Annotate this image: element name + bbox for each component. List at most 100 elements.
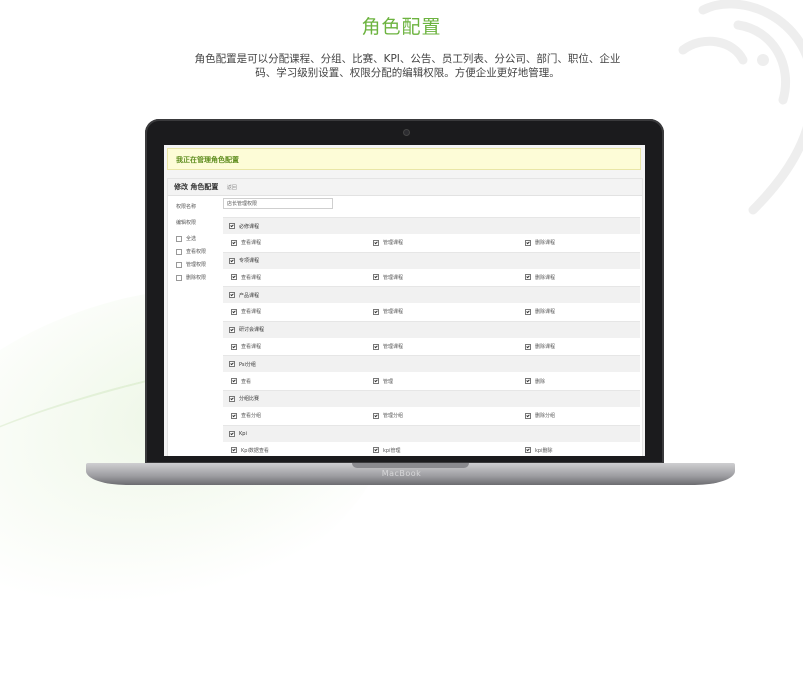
permission-row: 查看课程 管理课程 删除课程 xyxy=(223,303,640,321)
permission-group-header[interactable]: 产品课程 xyxy=(223,286,640,304)
permission-option[interactable]: 管理分组 xyxy=(373,412,525,419)
permission-option[interactable]: 查看分组 xyxy=(223,412,373,419)
checkbox-checked-icon[interactable] xyxy=(373,378,379,385)
permission-label: 管理课程 xyxy=(383,274,404,281)
checkbox-checked-icon[interactable] xyxy=(229,395,235,402)
checkbox-checked-icon[interactable] xyxy=(525,343,531,350)
checkbox-icon[interactable] xyxy=(176,274,182,281)
checkbox-checked-icon[interactable] xyxy=(373,343,379,350)
laptop-screen: 我正在管理角色配置 修改 角色配置 返回 权限名称 店长管理权限 编辑权限 全选… xyxy=(164,145,645,456)
permission-option[interactable]: 删除课程 xyxy=(525,239,640,246)
camera-icon xyxy=(403,129,410,136)
permission-option[interactable]: 删除课程 xyxy=(525,343,640,350)
permission-option[interactable]: 管理课程 xyxy=(373,308,525,315)
checkbox-checked-icon[interactable] xyxy=(525,308,531,315)
checkbox-checked-icon[interactable] xyxy=(525,274,531,281)
checkbox-checked-icon[interactable] xyxy=(373,274,379,281)
permission-label: kpi管理 xyxy=(383,447,401,454)
permission-option[interactable]: 管理课程 xyxy=(373,239,525,246)
quick-select: 编辑权限 全选 查看权限 管理权限 删除权限 xyxy=(176,219,226,284)
checkbox-checked-icon[interactable] xyxy=(373,239,379,246)
permissions-label: 编辑权限 xyxy=(176,220,197,226)
permission-option[interactable]: kpi删除 xyxy=(525,447,640,454)
permission-label: 查看分组 xyxy=(241,413,262,420)
permission-label: 删除课程 xyxy=(535,344,556,351)
role-name-input[interactable]: 店长管理权限 xyxy=(223,198,333,209)
back-link[interactable]: 返回 xyxy=(227,185,237,191)
permission-group-header[interactable]: 研讨会课程 xyxy=(223,320,640,338)
checkbox-icon[interactable] xyxy=(176,235,182,242)
checkbox-checked-icon[interactable] xyxy=(525,412,531,419)
permission-option[interactable]: 删除 xyxy=(525,378,640,385)
checkbox-icon[interactable] xyxy=(176,248,182,255)
permission-option[interactable]: Kpi数据查看 xyxy=(223,447,373,454)
permission-option[interactable]: 查看课程 xyxy=(223,343,373,350)
permission-label: 删除课程 xyxy=(535,240,556,247)
quick-option-view[interactable]: 查看权限 xyxy=(176,245,226,258)
permission-option[interactable]: 删除分组 xyxy=(525,412,640,419)
permission-option[interactable]: 查看课程 xyxy=(223,239,373,246)
permission-label: 查看课程 xyxy=(241,344,262,351)
checkbox-checked-icon[interactable] xyxy=(229,257,235,264)
permission-label: 管理课程 xyxy=(383,344,404,351)
permission-label: 查看课程 xyxy=(241,309,262,316)
checkbox-checked-icon[interactable] xyxy=(229,361,235,368)
permission-label: 管理 xyxy=(383,378,394,385)
permission-group-header[interactable]: 专项课程 xyxy=(223,251,640,269)
permission-label: 管理课程 xyxy=(383,240,404,247)
checkbox-checked-icon[interactable] xyxy=(231,378,237,385)
permission-group-header[interactable]: Kpi xyxy=(223,424,640,442)
permission-label: kpi删除 xyxy=(535,447,553,454)
quick-option-all[interactable]: 全选 xyxy=(176,232,226,245)
group-name: 必修课程 xyxy=(239,223,260,230)
checkbox-checked-icon[interactable] xyxy=(373,447,379,454)
checkbox-checked-icon[interactable] xyxy=(229,430,235,437)
permission-option[interactable]: 删除课程 xyxy=(525,308,640,315)
notice-bar: 我正在管理角色配置 xyxy=(167,148,641,170)
checkbox-checked-icon[interactable] xyxy=(229,223,235,229)
checkbox-checked-icon[interactable] xyxy=(231,412,237,419)
permission-label: Kpi数据查看 xyxy=(241,447,269,454)
permission-row: 查看课程 管理课程 删除课程 xyxy=(223,268,640,287)
permission-row: 查看课程 管理课程 删除课程 xyxy=(223,234,640,252)
permission-option[interactable]: kpi管理 xyxy=(373,447,525,454)
permission-option[interactable]: 删除课程 xyxy=(525,274,640,281)
checkbox-checked-icon[interactable] xyxy=(231,447,237,454)
permission-label: 删除课程 xyxy=(535,274,556,281)
checkbox-checked-icon[interactable] xyxy=(525,239,531,246)
permission-option[interactable]: 查看课程 xyxy=(223,308,373,315)
quick-option-delete[interactable]: 删除权限 xyxy=(176,271,226,284)
group-name: 产品课程 xyxy=(239,292,260,299)
group-name: 分组比赛 xyxy=(239,396,260,403)
permission-option[interactable]: 管理课程 xyxy=(373,274,525,281)
quick-option-manage[interactable]: 管理权限 xyxy=(176,258,226,271)
checkbox-checked-icon[interactable] xyxy=(373,412,379,419)
permission-row: Kpi数据查看 kpi管理 kpi删除 xyxy=(223,441,640,456)
checkbox-checked-icon[interactable] xyxy=(231,274,237,281)
permission-option[interactable]: 管理课程 xyxy=(373,343,525,350)
laptop-brand: MacBook xyxy=(381,469,422,478)
permission-option[interactable]: 查看 xyxy=(223,378,373,385)
checkbox-checked-icon[interactable] xyxy=(231,239,237,246)
checkbox-checked-icon[interactable] xyxy=(229,292,235,299)
checkbox-checked-icon[interactable] xyxy=(229,326,235,333)
permission-group-header[interactable]: 必修课程 xyxy=(223,217,640,234)
permission-group-header[interactable]: Psi分组 xyxy=(223,355,640,373)
group-name: Psi分组 xyxy=(239,361,256,368)
permission-row: 查看课程 管理课程 删除课程 xyxy=(223,337,640,356)
permission-label: 管理课程 xyxy=(383,309,404,316)
role-config-panel: 修改 角色配置 返回 权限名称 店长管理权限 编辑权限 全选 查看权限 管理权限… xyxy=(167,178,643,456)
permission-option[interactable]: 管理 xyxy=(373,378,525,385)
checkbox-checked-icon[interactable] xyxy=(525,378,531,385)
checkbox-icon[interactable] xyxy=(176,261,182,268)
permission-option[interactable]: 查看课程 xyxy=(223,274,373,281)
panel-header: 修改 角色配置 返回 xyxy=(168,179,642,196)
name-label: 权限名称 xyxy=(176,204,197,210)
laptop-lid: 我正在管理角色配置 修改 角色配置 返回 权限名称 店长管理权限 编辑权限 全选… xyxy=(145,119,664,464)
permission-label: 删除 xyxy=(535,378,546,385)
checkbox-checked-icon[interactable] xyxy=(231,343,237,350)
checkbox-checked-icon[interactable] xyxy=(525,447,531,454)
checkbox-checked-icon[interactable] xyxy=(231,308,237,315)
checkbox-checked-icon[interactable] xyxy=(373,308,379,315)
permission-group-header[interactable]: 分组比赛 xyxy=(223,389,640,407)
